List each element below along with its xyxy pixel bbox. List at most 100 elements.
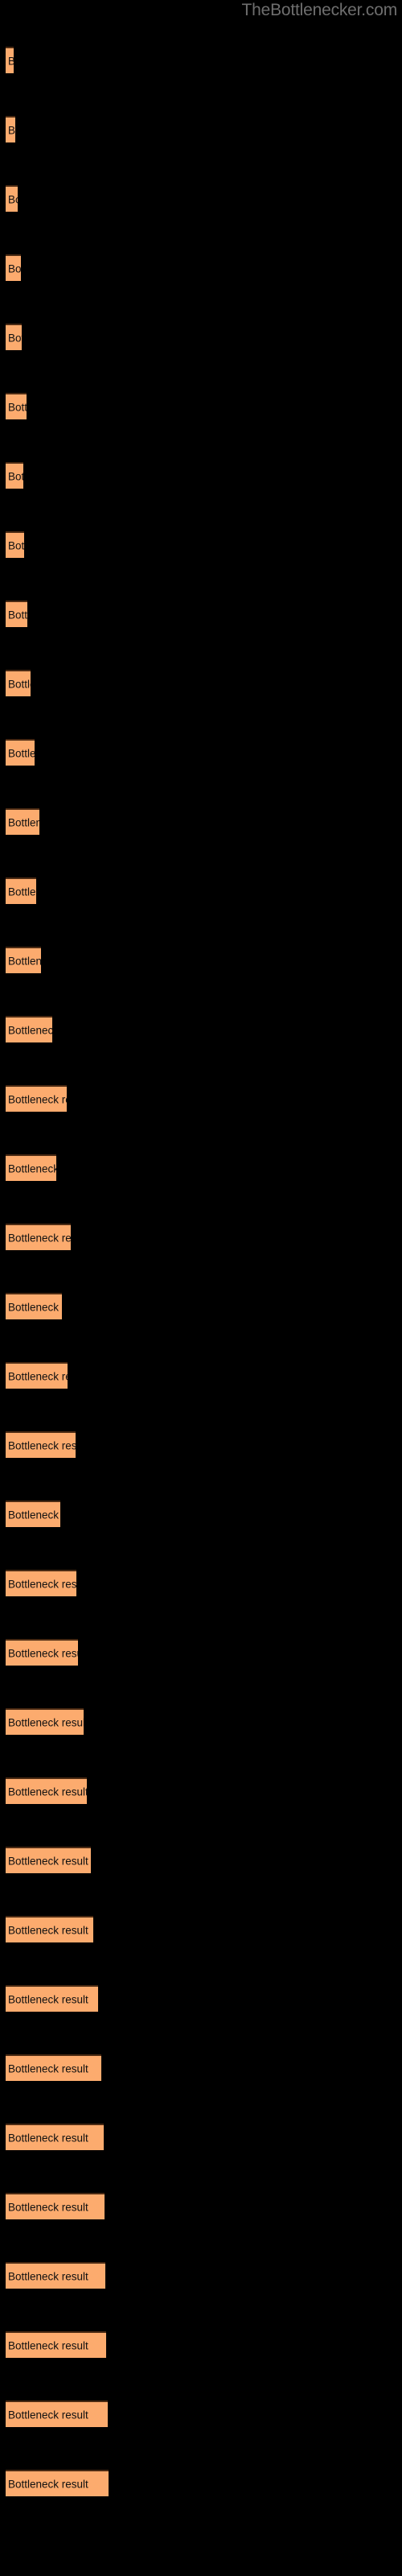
bar-label: Bottleneck result (8, 955, 41, 967)
bar-label: Bottleneck result (8, 1509, 60, 1521)
bar-label: Bottleneck result (8, 1993, 88, 2005)
bar[interactable]: Bottleneck result (6, 1847, 91, 1873)
bar-row: Bottleneck result (0, 531, 402, 558)
bar[interactable]: Bottleneck result (6, 2262, 105, 2289)
bar[interactable]: Bottleneck result (6, 670, 31, 696)
bar[interactable]: Bottleneck result (6, 2193, 105, 2219)
bar[interactable]: Bottleneck result (6, 1916, 93, 1942)
bar-label: Bottleneck result (8, 2132, 88, 2144)
bar-row: Bottleneck result (0, 670, 402, 696)
bar[interactable]: Bottleneck result (6, 324, 22, 350)
bottleneck-bar-chart: TheBottlenecker.com Bottleneck resultBot… (0, 0, 402, 2576)
bar[interactable]: Bottleneck result (6, 1985, 98, 2012)
bar[interactable]: Bottleneck result (6, 2401, 108, 2427)
bar-row: Bottleneck result (0, 1847, 402, 1873)
bar[interactable]: Bottleneck result (6, 877, 36, 904)
bar-label: Bottleneck result (8, 2409, 88, 2421)
bar-row: Bottleneck result (0, 1362, 402, 1389)
bar-row: Bottleneck result (0, 947, 402, 973)
bar-label: Bottleneck result (8, 124, 15, 136)
bar[interactable]: Bottleneck result (6, 1431, 76, 1458)
bar[interactable]: Bottleneck result (6, 1154, 56, 1181)
bar[interactable]: Bottleneck result (6, 185, 18, 212)
bar-label: Bottleneck result (8, 609, 27, 621)
bar-row: Bottleneck result (0, 1085, 402, 1112)
bar-label: Bottleneck result (8, 1716, 84, 1728)
bar[interactable]: Bottleneck result (6, 601, 27, 627)
bar-label: Bottleneck result (8, 1024, 52, 1036)
bar-label: Bottleneck result (8, 816, 39, 828)
bar[interactable]: Bottleneck result (6, 2124, 104, 2150)
bar[interactable]: Bottleneck result (6, 947, 41, 973)
bar-row: Bottleneck result (0, 2124, 402, 2150)
bar-row: Bottleneck result (0, 1777, 402, 1804)
bar[interactable]: Bottleneck result (6, 1362, 68, 1389)
bar-label: Bottleneck result (8, 193, 18, 205)
bar[interactable]: Bottleneck result (6, 47, 14, 73)
bar[interactable]: Bottleneck result (6, 1085, 67, 1112)
bar-label: Bottleneck result (8, 262, 21, 275)
bar-label: Bottleneck result (8, 2201, 88, 2213)
bar-label: Bottleneck result (8, 1232, 71, 1244)
bar-row: Bottleneck result (0, 116, 402, 142)
bar-label: Bottleneck result (8, 1093, 67, 1105)
bar[interactable]: Bottleneck result (6, 808, 39, 835)
bar[interactable]: Bottleneck result (6, 1708, 84, 1735)
bar-label: Bottleneck result (8, 55, 14, 67)
bar[interactable]: Bottleneck result (6, 531, 24, 558)
bar[interactable]: Bottleneck result (6, 1777, 87, 1804)
bar-row: Bottleneck result (0, 1916, 402, 1942)
bar[interactable]: Bottleneck result (6, 2054, 101, 2081)
bar-row: Bottleneck result (0, 877, 402, 904)
bar-label: Bottleneck result (8, 1647, 78, 1659)
bar-row: Bottleneck result (0, 47, 402, 73)
bar-row: Bottleneck result (0, 808, 402, 835)
bar-row: Bottleneck result (0, 2331, 402, 2358)
bar-row: Bottleneck result (0, 1293, 402, 1319)
bar-label: Bottleneck result (8, 1924, 88, 1936)
bar[interactable]: Bottleneck result (6, 1639, 78, 1666)
bar-label: Bottleneck result (8, 401, 27, 413)
bar[interactable]: Bottleneck result (6, 739, 35, 766)
bar-label: Bottleneck result (8, 1578, 76, 1590)
bar-row: Bottleneck result (0, 1985, 402, 2012)
bar[interactable]: Bottleneck result (6, 1293, 62, 1319)
bar[interactable]: Bottleneck result (6, 2331, 106, 2358)
bar[interactable]: Bottleneck result (6, 1501, 60, 1527)
bar-row: Bottleneck result (0, 1639, 402, 1666)
bar-series: Bottleneck result Bottleneck result Bottle… (0, 0, 402, 2576)
bar-label: Bottleneck result (8, 2339, 88, 2351)
bar[interactable]: Bottleneck result (6, 254, 21, 281)
bar-label: Bottleneck result (8, 747, 35, 759)
bar-label: Bottleneck result (8, 678, 31, 690)
bar-label: Bottleneck result (8, 2270, 88, 2282)
bar-label: Bottleneck result (8, 1162, 56, 1174)
bar-row: Bottleneck result (0, 393, 402, 419)
bar-row: Bottleneck result (0, 1708, 402, 1735)
bar-row: Bottleneck result (0, 1501, 402, 1527)
bar-row: Bottleneck result (0, 1570, 402, 1596)
bar-label: Bottleneck result (8, 886, 36, 898)
bar[interactable]: Bottleneck result (6, 393, 27, 419)
bar-row: Bottleneck result (0, 601, 402, 627)
bar-label: Bottleneck result (8, 2478, 88, 2490)
bar-label: Bottleneck result (8, 1855, 88, 1867)
bar-row: Bottleneck result (0, 1016, 402, 1042)
bar-label: Bottleneck result (8, 539, 24, 551)
bar-label: Bottleneck result (8, 1370, 68, 1382)
bar-label: Bottleneck result (8, 1301, 62, 1313)
bar-row: Bottleneck result (0, 2262, 402, 2289)
bar-row: Bottleneck result (0, 254, 402, 281)
bar-row: Bottleneck result (0, 462, 402, 489)
bar[interactable]: Bottleneck result (6, 1016, 52, 1042)
bar[interactable]: Bottleneck result (6, 116, 15, 142)
bar-label: Bottleneck result (8, 1439, 76, 1451)
bar-row: Bottleneck result (0, 1431, 402, 1458)
bar[interactable]: Bottleneck result (6, 462, 23, 489)
bar-row: Bottleneck result (0, 2054, 402, 2081)
bar[interactable]: Bottleneck result (6, 1570, 76, 1596)
bar[interactable]: Bottleneck result (6, 2470, 109, 2496)
bar[interactable]: Bottleneck result (6, 1224, 71, 1250)
bar-row: Bottleneck result (0, 739, 402, 766)
bar-label: Bottleneck result (8, 2062, 88, 2074)
